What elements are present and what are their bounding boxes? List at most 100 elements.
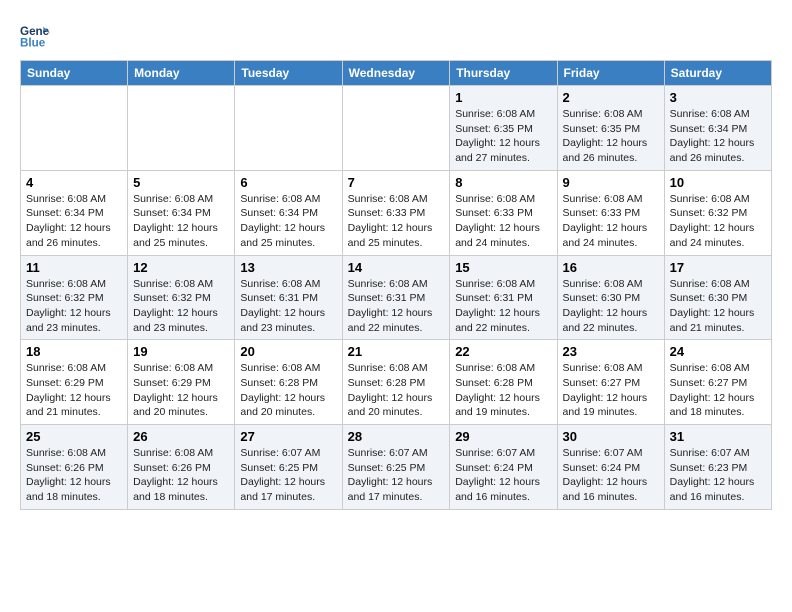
- day-number: 14: [348, 260, 445, 275]
- weekday-header-wednesday: Wednesday: [342, 61, 450, 86]
- day-number: 3: [670, 90, 766, 105]
- calendar-cell: 30Sunrise: 6:07 AM Sunset: 6:24 PM Dayli…: [557, 425, 664, 510]
- day-number: 28: [348, 429, 445, 444]
- day-number: 25: [26, 429, 122, 444]
- calendar-cell: 5 Sunrise: 6:08 AM Sunset: 6:34 PM Daylig…: [128, 170, 235, 255]
- calendar-cell: 7Sunrise: 6:08 AM Sunset: 6:33 PM Daylig…: [342, 170, 450, 255]
- day-info: Sunrise: 6:08 AM Sunset: 6:29 PM Dayligh…: [26, 361, 122, 420]
- day-info: Sunrise: 6:08 AM Sunset: 6:30 PM Dayligh…: [670, 277, 766, 336]
- day-info: Sunrise: 6:08 AM Sunset: 6:29 PM Dayligh…: [133, 361, 229, 420]
- page-header: General Blue: [20, 20, 772, 50]
- calendar-cell: [235, 86, 342, 171]
- day-number: 9: [563, 175, 659, 190]
- calendar-week-row: 11 Sunrise: 6:08 AM Sunset: 6:32 PM Dayli…: [21, 255, 772, 340]
- day-number: 24: [670, 344, 766, 359]
- day-info: Sunrise: 6:08 AM Sunset: 6:34 PM Dayligh…: [670, 107, 766, 166]
- day-number: 19: [133, 344, 229, 359]
- calendar-cell: 27Sunrise: 6:07 AM Sunset: 6:25 PM Dayli…: [235, 425, 342, 510]
- day-info: Sunrise: 6:08 AM Sunset: 6:26 PM Dayligh…: [26, 446, 122, 505]
- day-number: 7: [348, 175, 445, 190]
- day-number: 15: [455, 260, 551, 275]
- logo-icon: General Blue: [20, 20, 50, 50]
- weekday-header-thursday: Thursday: [450, 61, 557, 86]
- day-info: Sunrise: 6:08 AM Sunset: 6:27 PM Dayligh…: [563, 361, 659, 420]
- day-info: Sunrise: 6:08 AM Sunset: 6:33 PM Dayligh…: [563, 192, 659, 251]
- day-number: 29: [455, 429, 551, 444]
- calendar-cell: 16 Sunrise: 6:08 AM Sunset: 6:30 PM Dayli…: [557, 255, 664, 340]
- calendar-cell: 31 Sunrise: 6:07 AM Sunset: 6:23 PM Dayli…: [664, 425, 771, 510]
- logo: General Blue: [20, 20, 54, 50]
- calendar-week-row: 18 Sunrise: 6:08 AM Sunset: 6:29 PM Dayli…: [21, 340, 772, 425]
- day-number: 18: [26, 344, 122, 359]
- calendar-week-row: 1Sunrise: 6:08 AM Sunset: 6:35 PM Daylig…: [21, 86, 772, 171]
- calendar-table: SundayMondayTuesdayWednesdayThursdayFrid…: [20, 60, 772, 510]
- calendar-week-row: 25 Sunrise: 6:08 AM Sunset: 6:26 PM Dayli…: [21, 425, 772, 510]
- day-info: Sunrise: 6:08 AM Sunset: 6:34 PM Dayligh…: [133, 192, 229, 251]
- day-number: 8: [455, 175, 551, 190]
- day-number: 12: [133, 260, 229, 275]
- day-info: Sunrise: 6:07 AM Sunset: 6:25 PM Dayligh…: [240, 446, 336, 505]
- calendar-cell: 21 Sunrise: 6:08 AM Sunset: 6:28 PM Dayli…: [342, 340, 450, 425]
- day-number: 5: [133, 175, 229, 190]
- day-number: 17: [670, 260, 766, 275]
- day-number: 23: [563, 344, 659, 359]
- day-number: 2: [563, 90, 659, 105]
- calendar-cell: 3 Sunrise: 6:08 AM Sunset: 6:34 PM Daylig…: [664, 86, 771, 171]
- day-info: Sunrise: 6:08 AM Sunset: 6:34 PM Dayligh…: [240, 192, 336, 251]
- day-info: Sunrise: 6:08 AM Sunset: 6:27 PM Dayligh…: [670, 361, 766, 420]
- day-info: Sunrise: 6:08 AM Sunset: 6:32 PM Dayligh…: [133, 277, 229, 336]
- day-number: 31: [670, 429, 766, 444]
- day-number: 21: [348, 344, 445, 359]
- calendar-cell: 28 Sunrise: 6:07 AM Sunset: 6:25 PM Dayli…: [342, 425, 450, 510]
- calendar-cell: 9 Sunrise: 6:08 AM Sunset: 6:33 PM Daylig…: [557, 170, 664, 255]
- calendar-header-row: SundayMondayTuesdayWednesdayThursdayFrid…: [21, 61, 772, 86]
- day-number: 20: [240, 344, 336, 359]
- day-info: Sunrise: 6:07 AM Sunset: 6:23 PM Dayligh…: [670, 446, 766, 505]
- calendar-cell: 11Sunrise: 6:08 AM Sunset: 6:32 PM Dayli…: [21, 255, 128, 340]
- day-number: 30: [563, 429, 659, 444]
- calendar-cell: 22Sunrise: 6:08 AM Sunset: 6:28 PM Dayli…: [450, 340, 557, 425]
- calendar-cell: 10Sunrise: 6:08 AM Sunset: 6:32 PM Dayli…: [664, 170, 771, 255]
- calendar-cell: 29 Sunrise: 6:07 AM Sunset: 6:24 PM Dayli…: [450, 425, 557, 510]
- day-number: 10: [670, 175, 766, 190]
- calendar-cell: 24 Sunrise: 6:08 AM Sunset: 6:27 PM Dayli…: [664, 340, 771, 425]
- day-number: 22: [455, 344, 551, 359]
- calendar-cell: [128, 86, 235, 171]
- day-number: 26: [133, 429, 229, 444]
- day-info: Sunrise: 6:07 AM Sunset: 6:24 PM Dayligh…: [455, 446, 551, 505]
- day-number: 11: [26, 260, 122, 275]
- day-info: Sunrise: 6:08 AM Sunset: 6:35 PM Dayligh…: [455, 107, 551, 166]
- day-info: Sunrise: 6:08 AM Sunset: 6:34 PM Dayligh…: [26, 192, 122, 251]
- day-info: Sunrise: 6:08 AM Sunset: 6:28 PM Dayligh…: [348, 361, 445, 420]
- weekday-header-sunday: Sunday: [21, 61, 128, 86]
- calendar-cell: [21, 86, 128, 171]
- calendar-cell: 18 Sunrise: 6:08 AM Sunset: 6:29 PM Dayli…: [21, 340, 128, 425]
- calendar-cell: 12 Sunrise: 6:08 AM Sunset: 6:32 PM Dayli…: [128, 255, 235, 340]
- day-number: 4: [26, 175, 122, 190]
- calendar-cell: 20 Sunrise: 6:08 AM Sunset: 6:28 PM Dayli…: [235, 340, 342, 425]
- day-info: Sunrise: 6:07 AM Sunset: 6:25 PM Dayligh…: [348, 446, 445, 505]
- day-info: Sunrise: 6:08 AM Sunset: 6:26 PM Dayligh…: [133, 446, 229, 505]
- calendar-cell: 23 Sunrise: 6:08 AM Sunset: 6:27 PM Dayli…: [557, 340, 664, 425]
- weekday-header-friday: Friday: [557, 61, 664, 86]
- calendar-cell: 14 Sunrise: 6:08 AM Sunset: 6:31 PM Dayli…: [342, 255, 450, 340]
- day-info: Sunrise: 6:08 AM Sunset: 6:28 PM Dayligh…: [240, 361, 336, 420]
- calendar-cell: 25 Sunrise: 6:08 AM Sunset: 6:26 PM Dayli…: [21, 425, 128, 510]
- weekday-header-monday: Monday: [128, 61, 235, 86]
- calendar-cell: 17 Sunrise: 6:08 AM Sunset: 6:30 PM Dayli…: [664, 255, 771, 340]
- weekday-header-tuesday: Tuesday: [235, 61, 342, 86]
- svg-text:Blue: Blue: [20, 37, 46, 50]
- weekday-header-saturday: Saturday: [664, 61, 771, 86]
- calendar-cell: 8 Sunrise: 6:08 AM Sunset: 6:33 PM Daylig…: [450, 170, 557, 255]
- day-number: 16: [563, 260, 659, 275]
- calendar-cell: 1Sunrise: 6:08 AM Sunset: 6:35 PM Daylig…: [450, 86, 557, 171]
- day-info: Sunrise: 6:08 AM Sunset: 6:31 PM Dayligh…: [455, 277, 551, 336]
- calendar-cell: 26 Sunrise: 6:08 AM Sunset: 6:26 PM Dayli…: [128, 425, 235, 510]
- day-info: Sunrise: 6:08 AM Sunset: 6:33 PM Dayligh…: [455, 192, 551, 251]
- day-info: Sunrise: 6:08 AM Sunset: 6:31 PM Dayligh…: [348, 277, 445, 336]
- day-info: Sunrise: 6:08 AM Sunset: 6:31 PM Dayligh…: [240, 277, 336, 336]
- calendar-cell: 19 Sunrise: 6:08 AM Sunset: 6:29 PM Dayli…: [128, 340, 235, 425]
- day-info: Sunrise: 6:08 AM Sunset: 6:30 PM Dayligh…: [563, 277, 659, 336]
- calendar-cell: 13Sunrise: 6:08 AM Sunset: 6:31 PM Dayli…: [235, 255, 342, 340]
- calendar-cell: 2Sunrise: 6:08 AM Sunset: 6:35 PM Daylig…: [557, 86, 664, 171]
